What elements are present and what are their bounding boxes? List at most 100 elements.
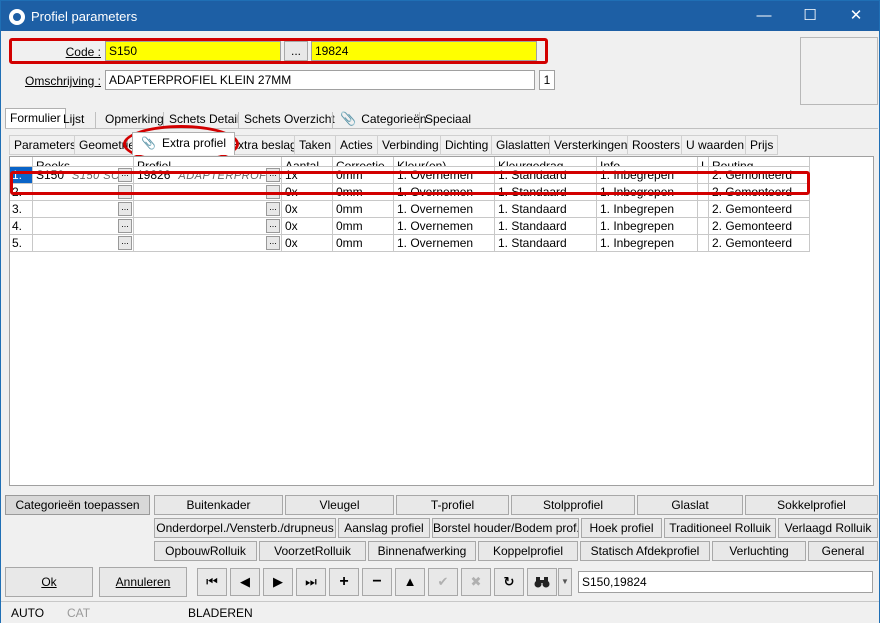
cell-kleur[interactable]: 1. Overnemen	[394, 235, 495, 252]
grid-header-reeks[interactable]: Reeks	[33, 157, 134, 167]
category-opbouwrolluik[interactable]: OpbouwRolluik	[154, 541, 257, 561]
cell-routing[interactable]: 2. Gemonteerd	[709, 235, 810, 252]
cell-browse-button[interactable]: ...	[266, 202, 280, 216]
category-sokkelprofiel[interactable]: Sokkelprofiel	[745, 495, 878, 515]
cell-profiel[interactable]: ...	[134, 201, 282, 218]
previous-record-icon[interactable]: ◀	[230, 568, 260, 596]
delete-record-icon[interactable]: −	[362, 568, 392, 596]
cell-info[interactable]: 1. Inbegrepen	[597, 201, 698, 218]
cell-aantal[interactable]: 0x	[282, 201, 333, 218]
category-traditioneel-rolluik[interactable]: Traditioneel Rolluik	[664, 518, 776, 538]
minimize-button[interactable]: —	[741, 1, 787, 31]
add-record-icon[interactable]: +	[329, 568, 359, 596]
category-general[interactable]: General	[808, 541, 878, 561]
cell-profiel[interactable]: ...	[134, 235, 282, 252]
subtab-extra-profiel[interactable]: 📎 Extra profiel	[132, 132, 235, 155]
cell-browse-button[interactable]: ...	[118, 202, 132, 216]
cell-aantal[interactable]: 0x	[282, 218, 333, 235]
cell-browse-button[interactable]: ...	[266, 219, 280, 233]
category-verluchting[interactable]: Verluchting	[712, 541, 806, 561]
category-onderdorpel[interactable]: Onderdorpel./Vensterb./drupneus	[154, 518, 336, 538]
ok-button[interactable]: Ok	[5, 567, 93, 597]
category-borstel-houder[interactable]: Borstel houder/Bodem prof.	[432, 518, 579, 538]
category-aanslag-profiel[interactable]: Aanslag profiel	[338, 518, 430, 538]
search-dropdown-arrow-icon[interactable]: ▼	[558, 568, 572, 596]
category-statisch-afdekprofiel[interactable]: Statisch Afdekprofiel	[580, 541, 710, 561]
subtab-dichting[interactable]: Dichting	[440, 135, 494, 155]
post-record-icon[interactable]: ✔	[428, 568, 458, 596]
category-verlaagd-rolluik[interactable]: Verlaagd Rolluik	[778, 518, 878, 538]
grid-header-info[interactable]: Info	[597, 157, 698, 167]
refresh-icon[interactable]: ↻	[494, 568, 524, 596]
last-record-icon[interactable]: ⏭	[296, 568, 326, 596]
close-button[interactable]: ✕	[833, 1, 879, 31]
tab-categorieen[interactable]: 📎 Categorieën	[336, 110, 431, 130]
cancel-edit-icon[interactable]: ✖	[461, 568, 491, 596]
subtab-taken[interactable]: Taken	[294, 135, 337, 155]
cell-aantal[interactable]: 0x	[282, 235, 333, 252]
category-hoek-profiel[interactable]: Hoek profiel	[581, 518, 662, 538]
category-stolpprofiel[interactable]: Stolpprofiel	[511, 495, 635, 515]
subtab-parameters[interactable]: Parameters	[9, 135, 82, 155]
cell-reeks[interactable]: ...	[33, 218, 134, 235]
category-voorzetrolluik[interactable]: VoorzetRolluik	[259, 541, 366, 561]
cell-browse-button[interactable]: ...	[266, 236, 280, 250]
tab-schets-overzicht[interactable]: Schets Overzicht	[240, 110, 339, 130]
category-koppelprofiel[interactable]: Koppelprofiel	[478, 541, 578, 561]
cell-correctie[interactable]: 0mm	[333, 218, 394, 235]
tab-formulier[interactable]: Formulier	[5, 108, 66, 128]
cell-kleur[interactable]: 1. Overnemen	[394, 218, 495, 235]
subtab-prijs[interactable]: Prijs	[745, 135, 779, 155]
grid-header-routing[interactable]: Routing	[709, 157, 810, 167]
cell-correctie[interactable]: 0mm	[333, 201, 394, 218]
tab-lijst[interactable]: Lijst	[59, 110, 88, 130]
cell-kleurgedrag[interactable]: 1. Standaard	[495, 218, 597, 235]
cell-info[interactable]: 1. Inbegrepen	[597, 218, 698, 235]
cell-reeks[interactable]: ...	[33, 201, 134, 218]
cell-profiel[interactable]: ...	[134, 218, 282, 235]
description-input[interactable]: ADAPTERPROFIEL KLEIN 27MM	[105, 70, 535, 90]
cell-routing[interactable]: 2. Gemonteerd	[709, 201, 810, 218]
subtab-acties[interactable]: Acties	[335, 135, 378, 155]
subtab-glaslatten[interactable]: Glaslatten	[491, 135, 556, 155]
cell-kleur[interactable]: 1. Overnemen	[394, 201, 495, 218]
grid-header-kleurgedrag[interactable]: Kleurgedrag	[495, 157, 597, 167]
subtab-verbinding[interactable]: Verbinding	[377, 135, 444, 155]
category-glaslat[interactable]: Glaslat	[637, 495, 743, 515]
subtab-roosters[interactable]: Roosters	[627, 135, 686, 155]
cell-info[interactable]: 1. Inbegrepen	[597, 235, 698, 252]
binoculars-icon[interactable]	[527, 568, 557, 596]
category-binnenafwerking[interactable]: Binnenafwerking	[368, 541, 476, 561]
category-t-profiel[interactable]: T-profiel	[396, 495, 509, 515]
category-vleugel[interactable]: Vleugel	[285, 495, 394, 515]
cell-l[interactable]	[698, 235, 709, 252]
cell-browse-button[interactable]: ...	[118, 236, 132, 250]
category-buitenkader[interactable]: Buitenkader	[154, 495, 283, 515]
grid-header-profiel[interactable]: Profiel	[134, 157, 282, 167]
grid-header-l[interactable]: L	[698, 157, 709, 167]
cancel-button[interactable]: Annuleren	[99, 567, 187, 597]
tab-speciaal[interactable]: Speciaal	[421, 110, 475, 130]
extra-profile-grid[interactable]: Reeks Profiel Aantal Correctie Kleur(en) Kleu…	[9, 156, 874, 486]
next-record-icon[interactable]: ▶	[263, 568, 293, 596]
cell-kleurgedrag[interactable]: 1. Standaard	[495, 235, 597, 252]
status-state: BLADEREN	[188, 606, 253, 620]
first-record-icon[interactable]: ⏮	[197, 568, 227, 596]
cell-l[interactable]	[698, 218, 709, 235]
grid-header-kleur[interactable]: Kleur(en)	[394, 157, 495, 167]
cell-routing[interactable]: 2. Gemonteerd	[709, 218, 810, 235]
subtab-versterkingen[interactable]: Versterkingen	[549, 135, 633, 155]
search-input[interactable]: S150,19824	[578, 571, 873, 593]
maximize-button[interactable]: ☐	[787, 1, 833, 31]
cell-kleurgedrag[interactable]: 1. Standaard	[495, 201, 597, 218]
apply-categories-button[interactable]: Categorieën toepassen	[5, 495, 150, 515]
cell-correctie[interactable]: 0mm	[333, 235, 394, 252]
grid-header-aantal[interactable]: Aantal	[282, 157, 333, 167]
grid-header-corner	[10, 157, 33, 167]
cell-browse-button[interactable]: ...	[118, 219, 132, 233]
edit-record-icon[interactable]: ▲	[395, 568, 425, 596]
subtab-u-waarden[interactable]: U waarden	[681, 135, 750, 155]
cell-reeks[interactable]: ...	[33, 235, 134, 252]
grid-header-correctie[interactable]: Correctie	[333, 157, 394, 167]
cell-l[interactable]	[698, 201, 709, 218]
